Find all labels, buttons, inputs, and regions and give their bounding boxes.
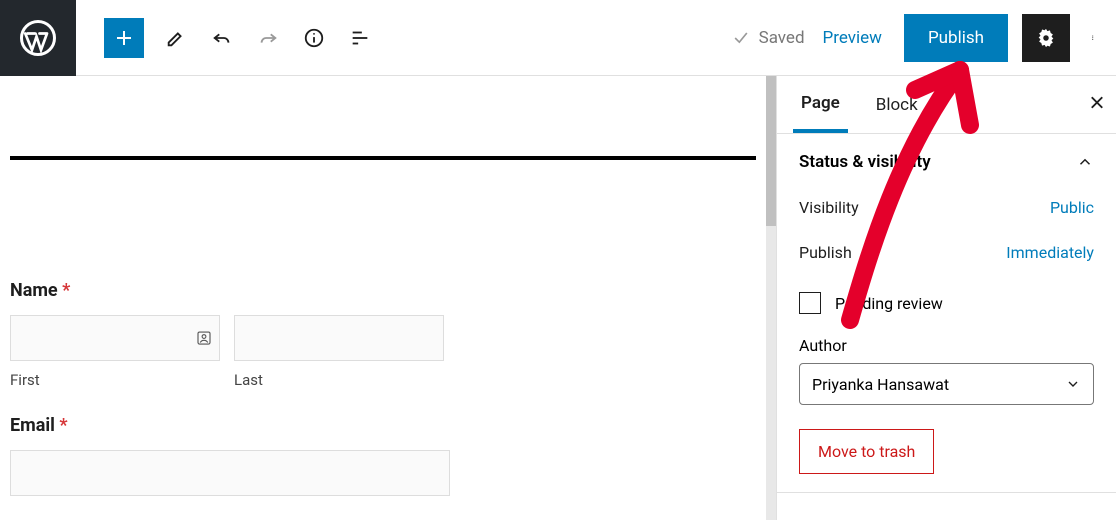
- first-name-input[interactable]: [10, 315, 220, 361]
- preview-button[interactable]: Preview: [823, 28, 904, 48]
- required-mark: *: [62, 280, 70, 301]
- gear-icon: [1035, 27, 1057, 49]
- wordpress-logo-button[interactable]: [0, 0, 76, 76]
- close-icon: [1088, 93, 1106, 111]
- last-name-input[interactable]: [234, 315, 444, 361]
- required-mark: *: [59, 415, 67, 436]
- status-visibility-toggle[interactable]: Status & visibility: [799, 152, 1094, 172]
- visibility-value-link[interactable]: Public: [1050, 198, 1094, 217]
- pencil-icon: [165, 27, 187, 49]
- status-visibility-heading: Status & visibility: [799, 152, 931, 172]
- chevron-up-icon: [1076, 153, 1094, 171]
- outline-button[interactable]: [346, 24, 374, 52]
- tab-page[interactable]: Page: [793, 76, 848, 133]
- name-field-label: Name *: [10, 280, 766, 301]
- check-icon: [731, 28, 751, 48]
- contact-card-icon: [195, 329, 213, 347]
- pending-review-checkbox[interactable]: [799, 292, 821, 314]
- undo-icon: [211, 27, 233, 49]
- redo-icon: [257, 27, 279, 49]
- visibility-label: Visibility: [799, 198, 859, 217]
- wordpress-icon: [20, 20, 56, 56]
- email-input[interactable]: [10, 450, 450, 496]
- info-icon: [303, 27, 325, 49]
- saved-label: Saved: [759, 28, 805, 48]
- publish-button[interactable]: Publish: [904, 14, 1008, 62]
- publish-value-link[interactable]: Immediately: [1006, 243, 1094, 262]
- settings-sidebar: Page Block Status & visibility Visibilit…: [776, 76, 1116, 520]
- undo-button[interactable]: [208, 24, 236, 52]
- canvas-scrollbar[interactable]: [766, 76, 776, 520]
- chevron-down-icon: [1065, 376, 1081, 392]
- add-block-button[interactable]: [104, 18, 144, 58]
- list-view-icon: [349, 27, 371, 49]
- edit-mode-button[interactable]: [162, 24, 190, 52]
- scrollbar-thumb[interactable]: [766, 76, 776, 226]
- details-button[interactable]: [300, 24, 328, 52]
- pending-review-label: Pending review: [835, 294, 943, 313]
- close-sidebar-button[interactable]: [1088, 92, 1106, 117]
- kebab-icon: [1092, 27, 1098, 49]
- last-name-sublabel: Last: [234, 371, 444, 389]
- plus-icon: [112, 26, 136, 50]
- email-field-label: Email *: [10, 415, 766, 436]
- editor-canvas[interactable]: Name * First Last Email *: [0, 76, 766, 520]
- publish-label: Publish: [799, 243, 852, 262]
- first-name-sublabel: First: [10, 371, 220, 389]
- more-options-button[interactable]: [1080, 14, 1110, 62]
- move-to-trash-button[interactable]: Move to trash: [799, 429, 934, 474]
- redo-button[interactable]: [254, 24, 282, 52]
- saved-indicator: Saved: [731, 28, 823, 48]
- author-select[interactable]: Priyanka Hansawat: [799, 363, 1094, 405]
- author-label: Author: [799, 336, 1094, 355]
- tab-block[interactable]: Block: [868, 76, 926, 133]
- title-separator: [10, 156, 756, 160]
- editor-top-toolbar: Saved Preview Publish: [0, 0, 1116, 76]
- author-selected-value: Priyanka Hansawat: [812, 375, 949, 394]
- settings-button[interactable]: [1022, 14, 1070, 62]
